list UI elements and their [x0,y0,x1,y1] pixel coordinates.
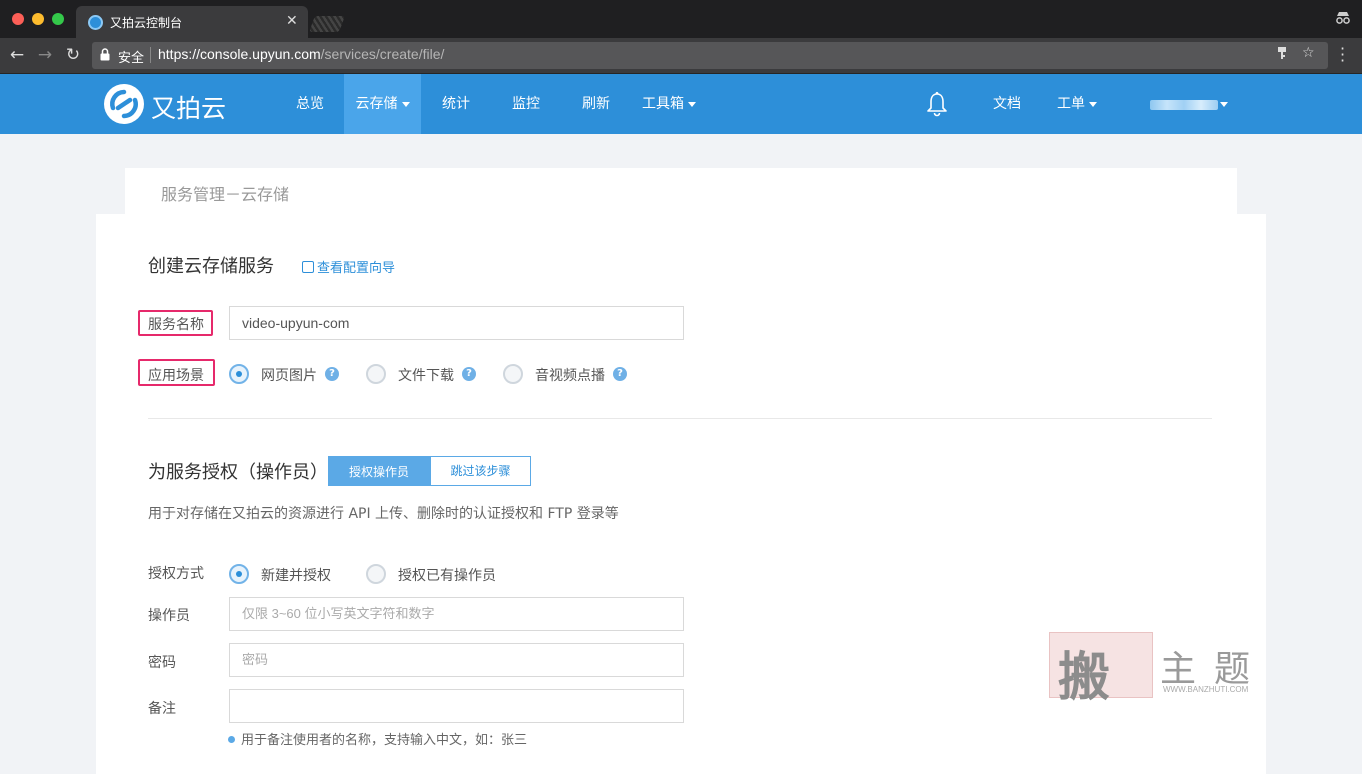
password-label: 密码 [148,655,176,671]
watermark-url: WWW.BANZHUTI.COM [1163,685,1249,694]
nav-docs[interactable]: 文档 [982,74,1032,134]
skip-step-button[interactable]: 跳过该步骤 [430,456,531,486]
secure-label: 安全 [118,51,145,66]
scenario-label: 应用场景 [148,368,204,384]
user-caret-down-icon[interactable] [1220,102,1228,107]
reload-icon[interactable]: ↻ [62,44,84,66]
browser-tab[interactable]: 又拍云控制台 ✕ [76,6,308,38]
url-separator [150,47,151,63]
nav-toolbox[interactable]: 工具箱 [636,74,702,134]
upyun-logo-icon[interactable] [104,84,144,124]
scenario-label-video-on-demand[interactable]: 音视频点播 [535,365,605,385]
nav-overview[interactable]: 总览 [284,74,336,134]
logo-text[interactable]: 又拍云 [151,89,226,125]
forward-arrow-icon[interactable]: → [34,44,56,66]
method-radio-create-new[interactable] [229,564,249,584]
info-dot-icon [228,736,235,743]
watermark-seal: 搬 [1049,632,1153,708]
service-name-input[interactable]: video-upyun-com [229,306,684,340]
scenario-radio-video-on-demand[interactable] [503,364,523,384]
key-icon[interactable] [1276,45,1288,65]
new-tab-button[interactable] [309,16,345,32]
note-input[interactable] [229,689,684,723]
note-label: 备注 [148,701,176,717]
browser-menu-icon[interactable]: · · · [1340,41,1345,69]
nav-ticket[interactable]: 工单 [1048,74,1106,134]
section-divider [148,418,1212,419]
help-question-icon[interactable]: ? [613,367,627,381]
star-bookmark-icon[interactable]: ☆ [1302,45,1315,61]
create-section-title: 创建云存储服务 [148,256,274,277]
bell-icon[interactable] [925,91,949,117]
help-question-icon[interactable]: ? [325,367,339,381]
scenario-label-web-images[interactable]: 网页图片 [261,365,317,385]
method-radio-existing[interactable] [366,564,386,584]
tab-title: 又拍云控制台 [110,16,183,30]
auth-method-label: 授权方式 [148,566,204,582]
method-label-create-new[interactable]: 新建并授权 [261,565,331,585]
caret-down-icon [401,101,410,107]
address-bar[interactable]: 安全 https://console.upyun.com/services/cr… [92,42,1328,69]
scenario-radio-web-images[interactable] [229,364,249,384]
breadcrumb-card: 服务管理－云存储 [125,168,1237,214]
caret-down-icon [688,101,696,107]
auth-description: 用于对存储在又拍云的资源进行 API 上传、删除时的认证授权和 FTP 登录等 [148,506,619,522]
nav-statistics[interactable]: 统计 [430,74,482,134]
minimize-window-button[interactable] [32,13,44,25]
scenario-label-file-download[interactable]: 文件下载 [398,365,454,385]
nav-cloud-storage[interactable]: 云存储 [344,74,421,134]
service-name-label: 服务名称 [148,317,204,333]
authorize-operator-button[interactable]: 授权操作员 [328,456,430,486]
site-header: 又拍云 总览 云存储 统计 监控 刷新 工具箱 文档 工单 [0,74,1362,134]
guide-icon [302,261,314,273]
back-arrow-icon[interactable]: ← [6,44,28,66]
help-question-icon[interactable]: ? [462,367,476,381]
close-window-button[interactable] [12,13,24,25]
password-input[interactable]: 密码 [229,643,684,677]
scenario-radio-file-download[interactable] [366,364,386,384]
browser-toolbar: ← → ↻ 安全 https://console.upyun.com/servi… [0,38,1362,74]
nav-monitor[interactable]: 监控 [500,74,552,134]
url-text[interactable]: https://console.upyun.com/services/creat… [158,46,444,62]
user-account-menu[interactable] [1150,100,1218,110]
lock-icon [100,48,110,61]
auth-section-title: 为服务授权（操作员） [148,462,328,483]
operator-input[interactable]: 仅限 3~60 位小写英文字符和数字 [229,597,684,631]
method-label-existing[interactable]: 授权已有操作员 [398,565,496,585]
browser-titlebar: 又拍云控制台 ✕ [0,0,1362,38]
maximize-window-button[interactable] [52,13,64,25]
nav-refresh[interactable]: 刷新 [570,74,622,134]
upyun-favicon-icon [88,15,103,30]
config-guide-link[interactable]: 查看配置向导 [302,257,395,276]
incognito-icon [1334,8,1352,26]
watermark-seal-text: 搬 [1058,647,1110,708]
operator-label: 操作员 [148,608,190,624]
tab-close-icon[interactable]: ✕ [286,13,298,29]
breadcrumb: 服务管理－云存储 [161,185,290,204]
caret-down-icon [1089,101,1097,107]
note-hint: 用于备注使用者的名称，支持输入中文，如：张三 [228,729,527,748]
